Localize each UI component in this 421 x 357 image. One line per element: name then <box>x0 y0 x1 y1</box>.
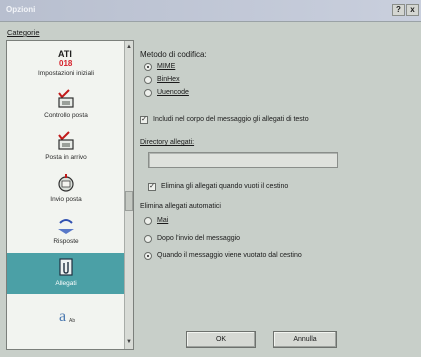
radio-uuencode[interactable] <box>144 89 152 97</box>
category-item-initial-settings[interactable]: ATI 018 Impostazioni iniziali <box>7 43 125 84</box>
category-label: Categorie <box>7 28 40 37</box>
close-button[interactable]: x <box>406 4 419 16</box>
delete-on-empty-trash-checkbox[interactable]: ✓ <box>148 183 156 191</box>
radio-when-trash-emptied-label: Quando il messaggio viene vuotato dal ce… <box>157 252 302 259</box>
inbox-icon <box>58 131 74 150</box>
radio-uuencode-label: Uuencode <box>157 89 189 96</box>
category-item-label: Impostazioni iniziali <box>38 70 94 77</box>
window-title: Opzioni <box>6 5 36 14</box>
radio-after-send[interactable] <box>144 235 152 243</box>
ati-icon: ATI 018 <box>58 49 73 67</box>
category-item-attachments[interactable]: Allegati <box>7 253 125 294</box>
category-item-inbox[interactable]: Posta in arrivo <box>7 127 125 168</box>
svg-text:018: 018 <box>59 59 73 67</box>
ok-button[interactable]: OK <box>186 331 256 348</box>
radio-binhex[interactable] <box>144 76 152 84</box>
category-item-label: Risposte <box>53 238 79 245</box>
help-button[interactable]: ? <box>392 4 405 16</box>
category-item-replies[interactable]: Risposte <box>7 211 125 252</box>
radio-never-label: Mai <box>157 217 169 224</box>
category-list[interactable]: ATI 018 Impostazioni iniziali Controllo … <box>6 40 134 350</box>
svg-text:a: a <box>59 308 66 325</box>
radio-binhex-label: BinHex <box>157 76 180 83</box>
include-text-attachments-label: Includi nel corpo del messaggio gli alle… <box>153 116 309 123</box>
scroll-down-arrow-icon[interactable]: ▼ <box>125 338 133 347</box>
attachment-directory-label: Directory allegati: <box>140 139 195 146</box>
category-item-label: Posta in arrivo <box>45 154 87 161</box>
title-bar: Opzioni ? x <box>0 0 421 22</box>
attachment-directory-input[interactable] <box>148 152 338 168</box>
category-item-send-mail[interactable]: Invio posta <box>7 169 125 210</box>
radio-when-trash-emptied[interactable] <box>144 252 152 260</box>
category-scrollbar[interactable]: ▲ ▼ <box>124 41 133 349</box>
category-item-label: Allegati <box>55 280 77 287</box>
radio-mime-label: MIME <box>157 63 176 70</box>
svg-text:Ab: Ab <box>69 318 75 324</box>
category-item-label: Invio posta <box>50 196 82 203</box>
auto-delete-group-title: Elimina allegati automatici <box>140 203 221 210</box>
scroll-up-arrow-icon[interactable]: ▲ <box>125 43 133 52</box>
cancel-button[interactable]: Annulla <box>273 331 337 348</box>
radio-after-send-label: Dopo l'invio del messaggio <box>157 235 241 242</box>
delete-on-empty-trash-label: Elimina gli allegati quando vuoti il ces… <box>161 183 289 190</box>
radio-never[interactable] <box>144 217 152 225</box>
send-mail-icon <box>58 174 74 192</box>
category-item-check-mail[interactable]: Controllo posta <box>7 85 125 126</box>
svg-text:ATI: ATI <box>58 49 72 59</box>
category-item-label: Controllo posta <box>44 112 88 119</box>
attachment-icon <box>59 258 73 276</box>
include-text-attachments-checkbox[interactable]: ✓ <box>140 116 148 124</box>
encoding-group-title: Metodo di codifica: <box>140 50 207 59</box>
mailbox-check-icon <box>58 89 74 108</box>
scroll-thumb[interactable] <box>125 191 133 211</box>
radio-mime[interactable] <box>144 63 152 71</box>
category-item-fonts[interactable]: a Ab <box>7 301 125 342</box>
reply-icon <box>58 219 74 234</box>
font-icon: a Ab <box>59 308 75 325</box>
